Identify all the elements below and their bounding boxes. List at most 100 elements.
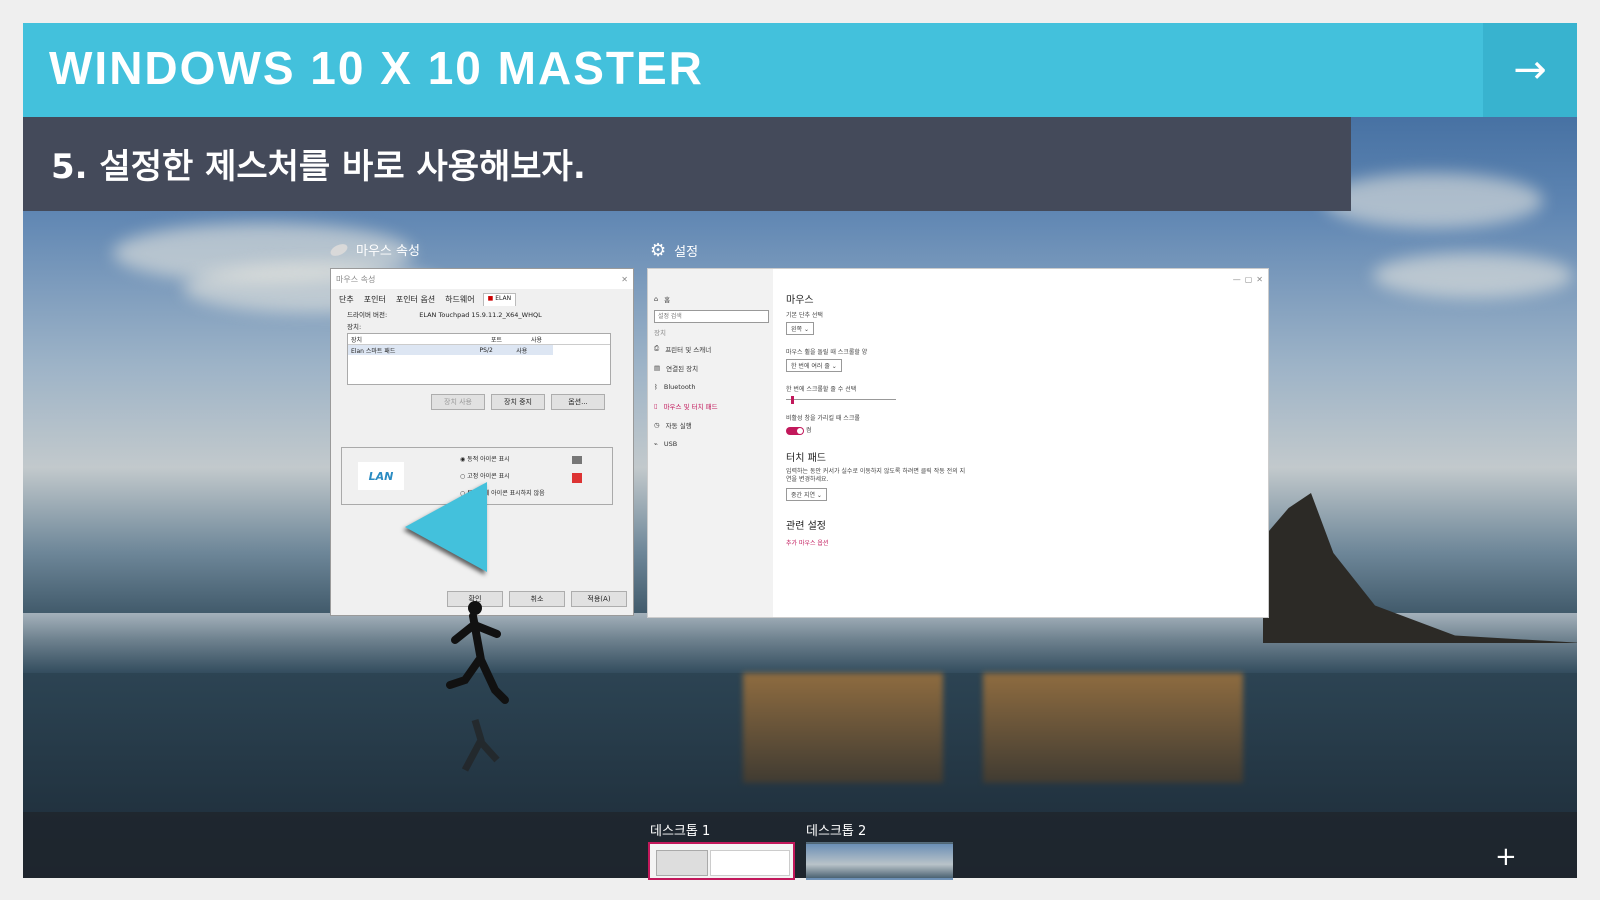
nav-mouse-touchpad[interactable]: ▯ 마우스 및 터치 패드 (654, 396, 769, 415)
lines-slider[interactable] (786, 396, 896, 404)
page-title: WINDOWS 10 X 10 MASTER (49, 42, 704, 94)
slider-track (786, 399, 896, 400)
tray-icon-preview (572, 456, 582, 464)
nav-label: Bluetooth (663, 382, 696, 391)
related-settings-heading: 관련 설정 (786, 520, 826, 532)
touchpad-description: 입력하는 동안 커서가 실수로 이동하지 않도록 하려면 클릭 작동 전의 지연… (786, 467, 966, 483)
option-label: 동적 아이콘 표시 (467, 456, 510, 463)
sky-reflection (743, 673, 943, 783)
desktop-1-thumbnail[interactable] (648, 842, 795, 880)
driver-value: ELAN Touchpad 15.9.11.2_X64_WHQL (419, 311, 542, 319)
desktop-2-label[interactable]: 데스크톱 2 (806, 820, 866, 839)
nav-bluetooth[interactable]: ᛒ Bluetooth (654, 377, 769, 396)
options-button[interactable]: 옵션... (551, 394, 605, 410)
mouse-heading: 마우스 (786, 295, 814, 306)
settings-window-label[interactable]: ⚙ 설정 (650, 240, 698, 261)
primary-button-select[interactable]: 왼쪽 ⌄ (786, 322, 814, 335)
select-value: 왼쪽 (791, 326, 803, 333)
device-table[interactable]: 장치 포트 사용 Elan 스마트 패드 PS/2 사용 (347, 333, 611, 385)
tab-hardware[interactable]: 하드웨어 (443, 293, 476, 306)
disable-device-button[interactable]: 장치 중지 (491, 394, 545, 410)
driver-row: 드라이버 버전: ELAN Touchpad 15.9.11.2_X64_WHQ… (347, 309, 542, 319)
nav-usb[interactable]: ⌁ USB (654, 434, 769, 453)
settings-window[interactable]: ← 설정 — ▢ ✕ ⌂홈 장치 ⎙프린터 및 스캐너 ▤연결된 장치 ᛒBlu… (647, 268, 1269, 618)
touchpad-heading: 터치 패드 (786, 452, 826, 464)
primary-button-row: 왼쪽 ⌄ (786, 322, 966, 335)
tab-elan[interactable]: ■ ELAN (482, 293, 517, 306)
nav-home[interactable]: ⌂ 홈 (654, 289, 769, 308)
mouse-tabs: 단추 포인터 포인터 옵션 하드웨어 ■ ELAN (331, 289, 633, 306)
desktop-2-thumbnail[interactable] (806, 842, 953, 880)
device-label: 장치: (347, 323, 362, 331)
mouse-window-title: 마우스 속성 (336, 274, 376, 284)
wheel-select[interactable]: 한 번에 여러 줄 ⌄ (786, 359, 842, 372)
step-title: 5. 설정한 제스처를 바로 사용해보자. (51, 147, 586, 187)
radio-icon: ○ (460, 473, 466, 480)
select-value: 한 번에 여러 줄 (791, 363, 830, 370)
cancel-button[interactable]: 취소 (509, 591, 565, 607)
subheader-bar: 5. 설정한 제스처를 바로 사용해보자. (23, 117, 1351, 211)
tray-icon-preview (572, 473, 582, 483)
device-port: PS/2 (479, 346, 493, 354)
sky-reflection (983, 673, 1243, 783)
desktop-1-label[interactable]: 데스크톱 1 (650, 820, 710, 839)
settings-window-label-text: 설정 (674, 245, 699, 260)
window-thumbnail (710, 850, 790, 876)
mouse-section: 마우스 기본 단추 선택 왼쪽 ⌄ 마우스 휠을 돌릴 때 스크롤할 양 한 번… (786, 291, 966, 547)
tab-buttons[interactable]: 단추 (337, 293, 356, 306)
tab-pointer[interactable]: 포인터 (362, 293, 388, 306)
option-static[interactable]: ○ 고정 아이콘 표시 (460, 471, 510, 480)
cloud (1323, 173, 1543, 228)
tab-elan-label: ELAN (495, 295, 512, 302)
wheel-label: 마우스 휠을 돌릴 때 스크롤할 양 (786, 349, 868, 356)
close-icon[interactable]: ✕ (1256, 275, 1263, 284)
option-dynamic[interactable]: ◉ 동적 아이콘 표시 (460, 454, 510, 463)
nav-connected-devices[interactable]: ▤ 연결된 장치 (654, 358, 769, 377)
inactive-scroll-row: 켬 (786, 425, 966, 435)
primary-button-label: 기본 단추 선택 (786, 312, 823, 319)
apply-button[interactable]: 적용(A) (571, 591, 627, 607)
header-bar: WINDOWS 10 X 10 MASTER → (23, 23, 1577, 117)
mouse-window-label[interactable]: 마우스 속성 (328, 240, 420, 259)
nav-group-label: 장치 (654, 329, 666, 337)
table-header: 장치 포트 사용 (348, 334, 610, 345)
mouse-window-titlebar[interactable]: 마우스 속성 ✕ (331, 269, 633, 289)
task-view-bar: 데스크톱 1 데스크톱 2 + (23, 812, 1577, 880)
gear-icon: ⚙ (650, 240, 667, 261)
close-icon[interactable]: ✕ (621, 275, 628, 284)
window-thumbnail (656, 850, 708, 876)
enable-device-button[interactable]: 장치 사용 (431, 394, 485, 410)
nav-printers[interactable]: ⎙ 프린터 및 스캐너 (654, 339, 769, 358)
touchpad-delay-select[interactable]: 중간 지연 ⌄ (786, 487, 827, 501)
option-label: 고정 아이콘 표시 (467, 473, 510, 480)
additional-mouse-options-link[interactable]: 추가 마우스 옵션 (786, 538, 966, 547)
minimize-icon[interactable]: — (1233, 275, 1241, 284)
toggle-state: 켬 (805, 427, 812, 434)
nav-label: 연결된 장치 (666, 364, 699, 373)
usb-icon: ⌁ (654, 439, 658, 448)
printer-icon: ⎙ (654, 344, 660, 352)
autoplay-icon: ◷ (654, 420, 660, 429)
nav-label: 마우스 및 터치 패드 (663, 402, 718, 411)
settings-search-input[interactable] (654, 310, 769, 323)
inactive-scroll-label: 비활성 창을 가리킬 때 스크롤 (786, 415, 860, 422)
settings-nav: ⌂홈 장치 ⎙ 프린터 및 스캐너 ▤ 연결된 장치 ᛒ Bluetooth ▯마우스… (654, 289, 769, 453)
chevron-down-icon: ⌄ (831, 363, 837, 370)
nav-label: 홈 (664, 295, 671, 304)
next-arrow-icon[interactable]: → (1483, 23, 1577, 117)
tab-pointer-options[interactable]: 포인터 옵션 (394, 293, 437, 306)
mouse-window-label-text: 마우스 속성 (356, 244, 420, 259)
chevron-down-icon: ⌄ (816, 491, 822, 499)
slider-thumb[interactable] (791, 396, 795, 404)
mouse-icon (328, 241, 350, 258)
nav-label: 자동 실행 (665, 421, 692, 430)
chevron-down-icon: ⌄ (803, 326, 809, 333)
table-row[interactable]: Elan 스마트 패드 PS/2 사용 (348, 345, 553, 355)
bluetooth-icon: ᛒ (654, 382, 658, 391)
nav-autoplay[interactable]: ◷ 자동 실행 (654, 415, 769, 434)
add-desktop-icon[interactable]: + (1495, 842, 1517, 872)
inactive-scroll-toggle[interactable] (786, 426, 804, 435)
devices-icon: ▤ (654, 363, 661, 372)
nav-label: 프린터 및 스캐너 (665, 345, 712, 354)
maximize-icon[interactable]: ▢ (1245, 275, 1253, 284)
